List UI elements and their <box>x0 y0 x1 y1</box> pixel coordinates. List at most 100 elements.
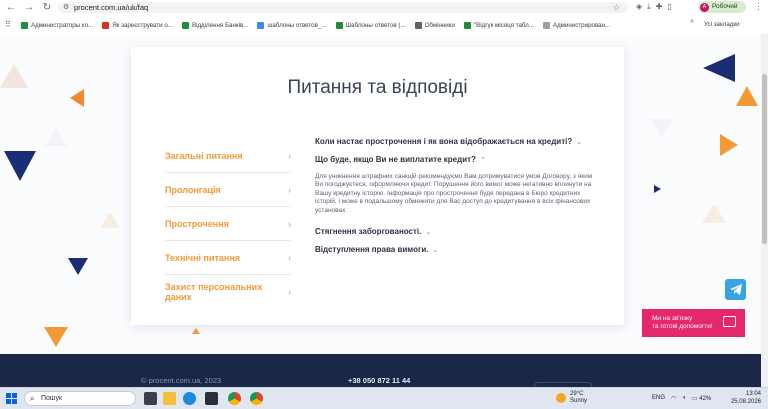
decor-triangle <box>70 89 84 107</box>
category-label: Загальні питання <box>165 150 243 161</box>
category-item[interactable]: Прострочення › <box>165 207 291 241</box>
faq-card: Питання та відповіді Загальні питання › Пр… <box>131 47 624 325</box>
extension-icon[interactable]: ◈ <box>636 2 642 12</box>
bookmark-favicon-icon <box>542 21 550 29</box>
category-label: Технічні питання <box>165 252 241 263</box>
chrome-icon[interactable] <box>228 392 241 405</box>
faq-list: Коли настає прострочення і як вона відоб… <box>315 137 605 263</box>
faq-question[interactable]: Стягнення заборгованості. ⌄ <box>315 227 605 236</box>
bookmark-label: "Відгук місяця табл... <box>473 21 534 29</box>
faq-question-text: Коли настає прострочення і як вона відоб… <box>315 137 573 146</box>
task-view-icon[interactable] <box>144 392 157 405</box>
decor-triangle <box>45 127 67 146</box>
category-label: Пролонгація <box>165 184 221 195</box>
apps-grid-icon[interactable]: ⠿ <box>5 21 13 29</box>
language-indicator[interactable]: ENG <box>652 395 665 402</box>
reload-icon[interactable]: ↻ <box>40 1 54 15</box>
decor-triangle <box>650 119 674 137</box>
clock[interactable]: 13:04 25.08.2026 <box>727 391 761 406</box>
bookmark-label: Администрирован... <box>552 21 611 29</box>
chat-icon <box>723 316 736 327</box>
decor-triangle <box>736 86 758 106</box>
decor-triangle <box>702 204 726 223</box>
footer-phone[interactable]: +38 050 872 11 44 <box>348 376 410 385</box>
decor-triangle <box>192 328 200 334</box>
chevron-right-icon: › <box>288 184 291 195</box>
category-item[interactable]: Пролонгація › <box>165 173 291 207</box>
category-item[interactable]: Захист персональних даних › <box>165 275 291 308</box>
back-icon[interactable]: ← <box>4 1 18 15</box>
bookmark-item[interactable]: Администрирован... <box>542 21 611 29</box>
wifi-icon[interactable]: ◠ <box>671 395 676 402</box>
footer-copyright: © procent.com.ua, 2023 <box>141 376 222 385</box>
site-settings-icon[interactable]: ⚙ <box>63 2 69 13</box>
bookmark-item[interactable]: Администраторы ко... <box>21 21 93 29</box>
bookmark-favicon-icon <box>463 21 471 29</box>
bookmark-star-icon[interactable]: ☆ <box>613 2 620 13</box>
address-bar[interactable]: ⚙ procent.com.ua/uk/faq ☆ <box>58 2 628 13</box>
taskbar-search-input[interactable]: ⌕ Пошук <box>24 391 136 406</box>
bookmark-item[interactable]: Шаблоны ответов (... <box>335 21 406 29</box>
browser-menu-icon[interactable]: ⋮ <box>754 1 763 12</box>
category-item[interactable]: Загальні питання › <box>165 139 291 173</box>
bookmark-label: Відділення Банків... <box>191 21 249 29</box>
bookmark-item[interactable]: Обмінники <box>414 21 455 29</box>
decor-triangle <box>44 327 68 347</box>
file-explorer-icon[interactable] <box>163 392 176 405</box>
clock-time: 13:04 <box>745 391 761 397</box>
bookmarks-overflow-icon[interactable]: » <box>690 18 694 25</box>
faq-question-text: Що буде, якщо Ви не виплатите кредит? <box>315 155 476 164</box>
contact-support-button[interactable]: Ми на зв'язку та готові допомогти! <box>642 309 745 337</box>
chevron-down-icon: ⌄ <box>432 246 439 254</box>
windows-taskbar: ⌕ Пошук 29°C Sunny ENG ◠ ◖ ▭ 42% 13:04 2… <box>0 387 768 409</box>
download-icon[interactable]: ⤓ <box>647 2 651 12</box>
category-item[interactable]: Технічні питання › <box>165 241 291 275</box>
browser-chrome: ← → ↻ ⚙ procent.com.ua/uk/faq ☆ ◈ ⤓ ✚ ▯ … <box>0 0 768 34</box>
faq-question[interactable]: Відступлення права вимоги. ⌄ <box>315 245 605 254</box>
site-footer: © procent.com.ua, 2023 +38 050 872 11 44 <box>0 354 768 387</box>
bookmark-label: шаблоны ответов_... <box>267 21 327 29</box>
bookmark-favicon-icon <box>335 21 343 29</box>
search-placeholder: Пошук <box>41 395 63 402</box>
profile-button[interactable]: A Робочий <box>698 1 746 13</box>
faq-question-text: Стягнення заборгованості. <box>315 227 422 237</box>
decor-triangle <box>100 212 120 228</box>
faq-question[interactable]: Що буде, якщо Ви не виплатите кредит? ⌃ <box>315 155 605 164</box>
bookmark-favicon-icon <box>102 21 110 29</box>
telegram-button[interactable] <box>725 279 746 300</box>
chevron-right-icon: › <box>288 252 291 263</box>
system-tray: ENG ◠ ◖ ▭ 42% <box>652 395 711 402</box>
edge-icon[interactable] <box>183 392 196 405</box>
scrollbar-thumb[interactable] <box>762 74 767 244</box>
page-title: Питання та відповіді <box>287 77 468 98</box>
forward-icon[interactable]: → <box>22 1 36 15</box>
sun-icon <box>556 393 566 403</box>
faq-question[interactable]: Коли настає прострочення і як вона відоб… <box>315 137 605 146</box>
weather-temp: 29°C <box>570 391 584 397</box>
chevron-right-icon: › <box>288 286 291 297</box>
search-icon: ⌕ <box>30 394 35 403</box>
weather-widget[interactable]: 29°C Sunny <box>556 391 587 405</box>
side-panel-icon[interactable]: ▯ <box>667 2 671 12</box>
all-bookmarks-button[interactable]: Усі закладки <box>704 18 740 32</box>
decor-triangle <box>720 134 738 156</box>
chrome-profile-icon[interactable] <box>250 392 263 405</box>
page-scrollbar[interactable] <box>761 34 768 387</box>
bookmark-item[interactable]: Відділення Банків... <box>181 21 249 29</box>
windows-start-icon[interactable] <box>6 393 17 404</box>
weather-desc: Sunny <box>570 398 588 404</box>
bookmark-item[interactable]: "Відгук місяця табл... <box>463 21 534 29</box>
bookmark-item[interactable]: Як зареєструвати о... <box>102 21 173 29</box>
decor-triangle <box>68 258 88 275</box>
bookmark-list: Администраторы ко... Як зареєструвати о..… <box>21 21 619 29</box>
extensions-puzzle-icon[interactable]: ✚ <box>656 2 663 12</box>
bookmark-favicon-icon <box>181 21 189 29</box>
decor-triangle <box>703 54 735 82</box>
store-icon[interactable] <box>205 392 218 405</box>
faq-answer: Для уникнення штрафних санкцій рекоменду… <box>315 173 593 214</box>
bookmark-item[interactable]: шаблоны ответов_... <box>257 21 327 29</box>
bookmark-favicon-icon <box>257 21 265 29</box>
volume-icon[interactable]: ◖ <box>682 395 686 402</box>
bookmark-label: Шаблоны ответов (... <box>345 21 406 29</box>
battery-indicator[interactable]: ▭ 42% <box>692 395 711 402</box>
